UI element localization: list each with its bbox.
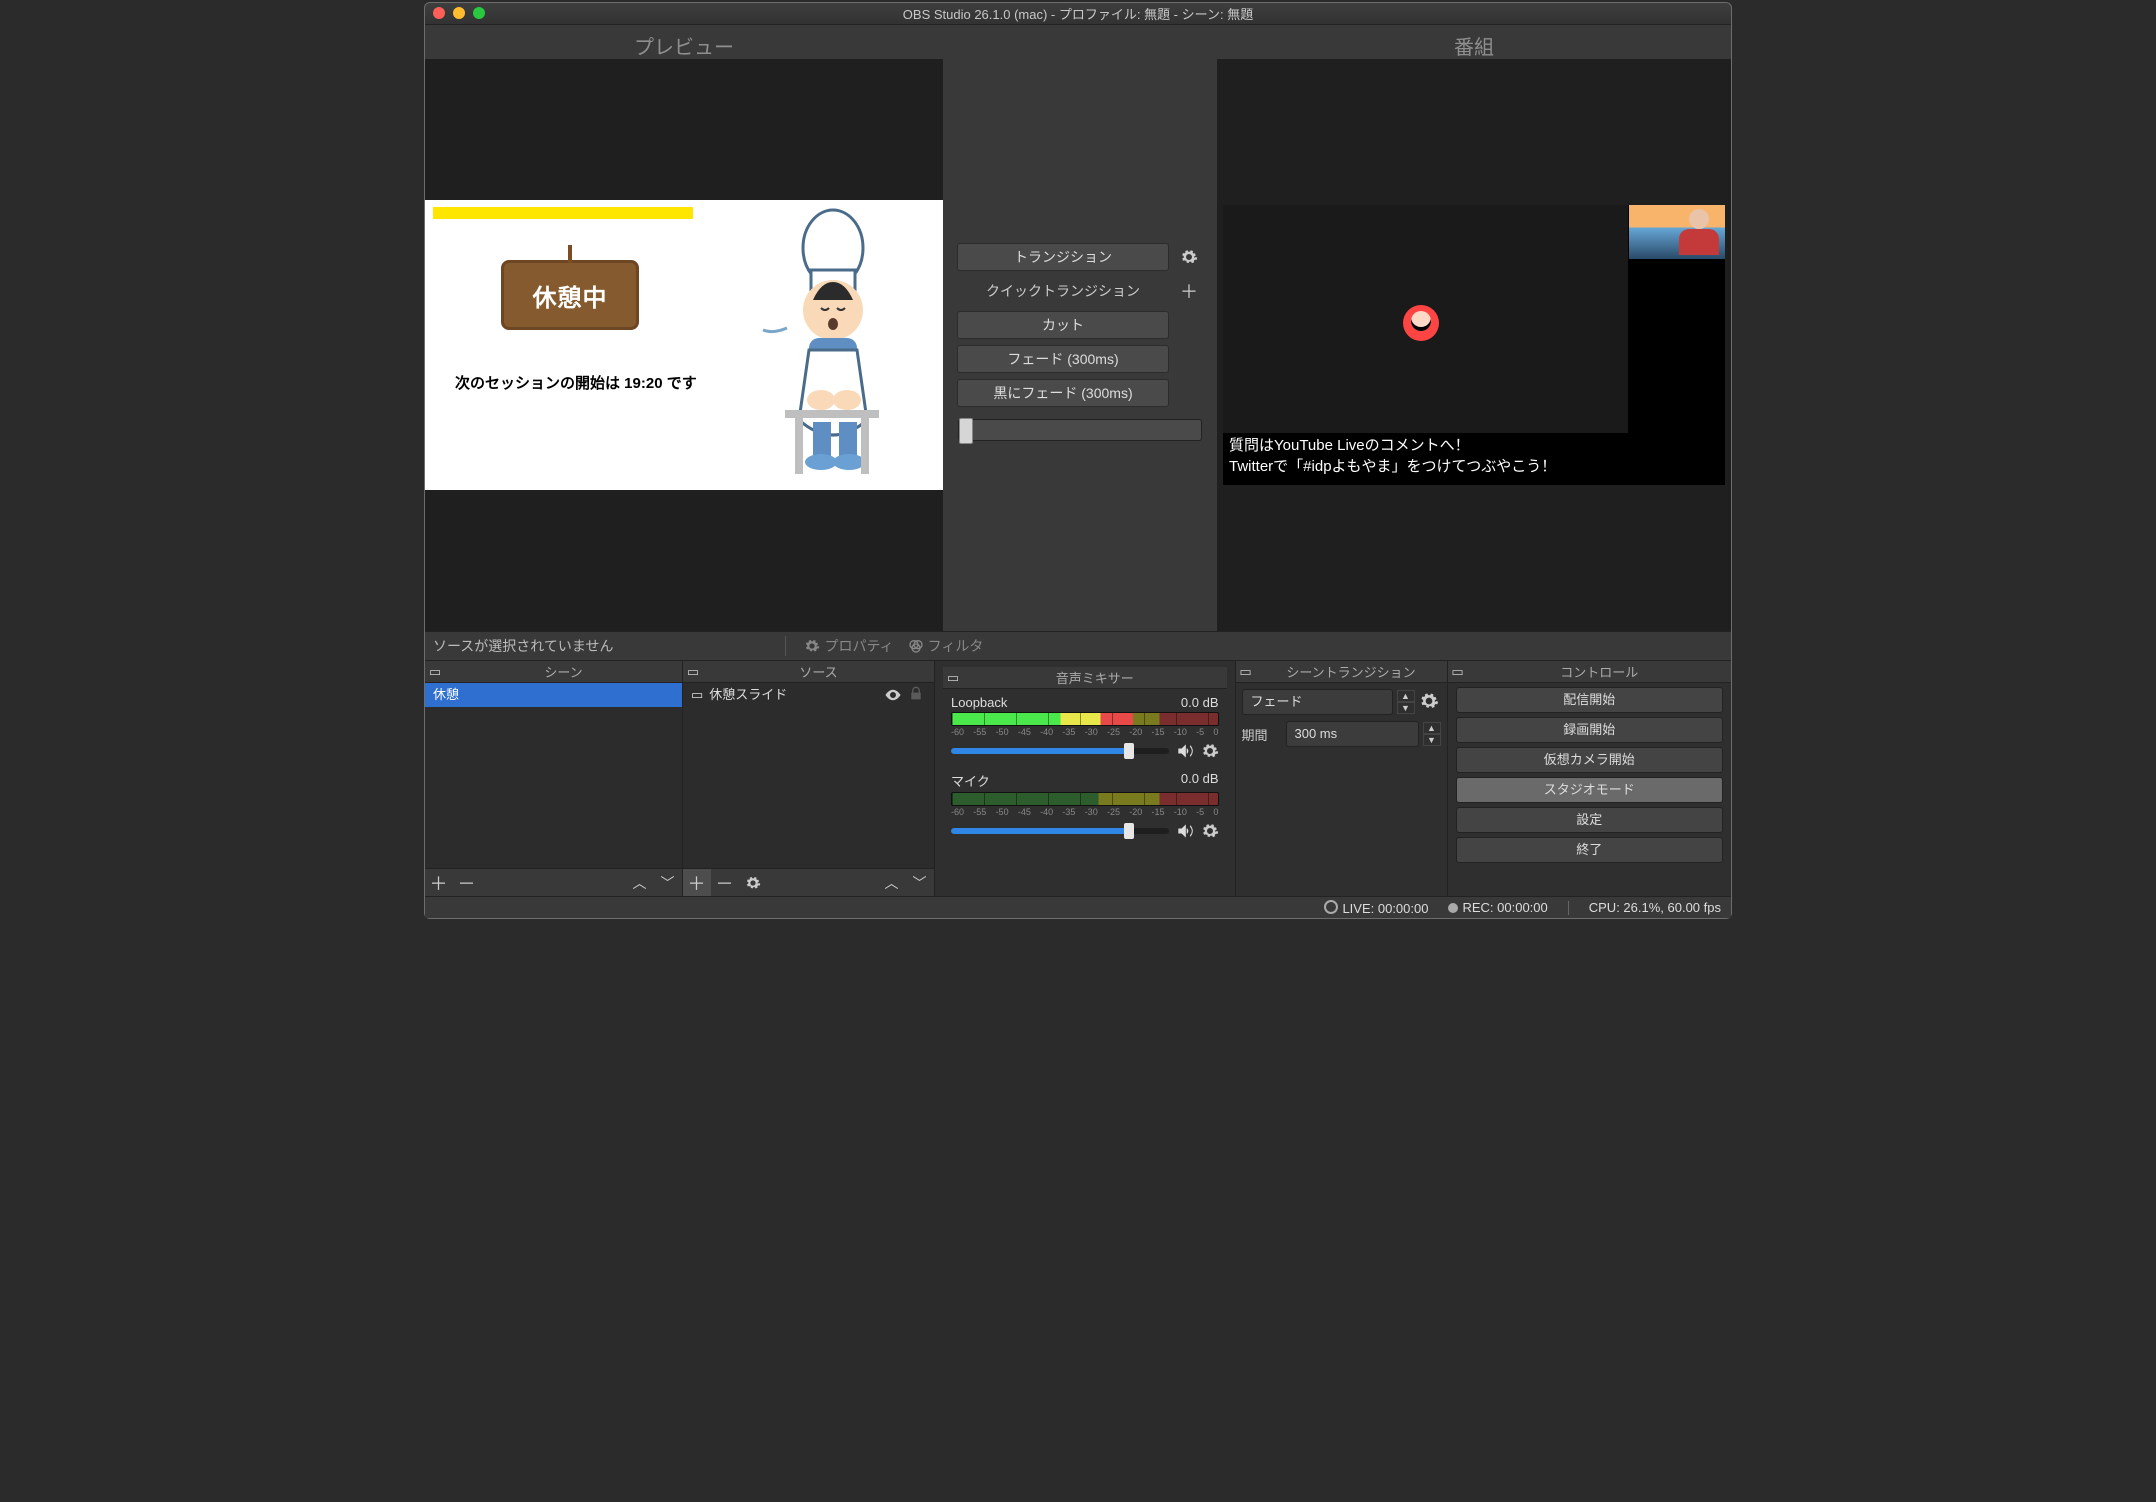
audio-meter: [951, 712, 1219, 726]
gear-icon[interactable]: [1175, 243, 1203, 271]
duration-spin[interactable]: ▲▼: [1423, 722, 1441, 746]
no-source-selected: ソースが選択されていません: [433, 636, 613, 656]
scene-source-icon: ▭: [691, 683, 703, 707]
remove-scene-button[interactable]: －: [453, 869, 481, 897]
preview-title: プレビュー: [425, 25, 943, 59]
channel-db: 0.0 dB: [1181, 771, 1219, 790]
duration-input[interactable]: 300 ms: [1286, 721, 1419, 747]
live-status: LIVE: 00:00:00: [1324, 900, 1428, 916]
scene-item[interactable]: 休憩: [425, 683, 682, 707]
cook-illustration: [713, 200, 923, 490]
speaker-icon[interactable]: [1175, 821, 1195, 841]
control-button[interactable]: 仮想カメラ開始: [1456, 747, 1724, 773]
popout-icon[interactable]: ▭: [1448, 664, 1468, 680]
sources-list[interactable]: ▭ 休憩スライド: [683, 683, 934, 868]
popout-icon[interactable]: ▭: [1236, 664, 1256, 680]
program-caption: 質問はYouTube Liveのコメントへ！ Twitterで「#idpよもやま…: [1229, 435, 1556, 477]
properties-button[interactable]: プロパティ: [804, 636, 893, 656]
filters-button[interactable]: フィルタ: [908, 636, 984, 656]
eye-icon[interactable]: [884, 686, 902, 704]
control-button[interactable]: 終了: [1456, 837, 1724, 863]
mixer-channel: Loopback0.0 dB -60-55-50-45-40-35-30-25-…: [951, 695, 1219, 761]
channel-name: マイク: [951, 771, 990, 790]
add-icon[interactable]: ＋: [1175, 277, 1203, 305]
transition-panel: トランジション クイックトランジション ＋ カット フェード (300ms) 黒…: [943, 25, 1217, 631]
channel-name: Loopback: [951, 695, 1007, 710]
program-title: 番組: [1217, 25, 1731, 59]
popout-icon[interactable]: ▭: [943, 670, 963, 686]
sources-dock: ▭ソース ▭ 休憩スライド ＋ － ︿ ﹀: [683, 661, 935, 896]
source-up-button[interactable]: ︿: [878, 869, 906, 897]
scene-down-button[interactable]: ﹀: [654, 869, 682, 897]
scenes-dock: ▭シーン 休憩 ＋ － ︿ ﹀: [425, 661, 683, 896]
gear-icon[interactable]: [1419, 691, 1441, 713]
add-scene-button[interactable]: ＋: [425, 869, 453, 897]
control-button[interactable]: 録画開始: [1456, 717, 1724, 743]
audio-meter: [951, 792, 1219, 806]
program-viewer[interactable]: 質問はYouTube Liveのコメントへ！ Twitterで「#idpよもやま…: [1217, 59, 1731, 631]
quick-transition-cut[interactable]: カット: [957, 311, 1169, 339]
control-button[interactable]: スタジオモード: [1456, 777, 1724, 803]
camera-overlay: [1629, 205, 1725, 259]
speaker-icon[interactable]: [1175, 741, 1195, 761]
source-item[interactable]: ▭ 休憩スライド: [683, 683, 934, 707]
control-button[interactable]: 設定: [1456, 807, 1724, 833]
quick-transition-fade-black[interactable]: 黒にフェード (300ms): [957, 379, 1169, 407]
quick-transition-label: クイックトランジション: [957, 277, 1169, 305]
remove-source-button[interactable]: －: [711, 869, 739, 897]
rec-status: REC: 00:00:00: [1448, 900, 1547, 915]
transition-select[interactable]: フェード: [1242, 689, 1393, 715]
close-icon[interactable]: [433, 7, 445, 19]
minimize-icon[interactable]: [453, 7, 465, 19]
avatar-icon: [1403, 305, 1439, 341]
titlebar: OBS Studio 26.1.0 (mac) - プロファイル: 無題 - シ…: [425, 3, 1731, 25]
add-source-button[interactable]: ＋: [683, 869, 711, 897]
program-canvas: 質問はYouTube Liveのコメントへ！ Twitterで「#idpよもやま…: [1223, 205, 1725, 485]
controls-dock: ▭コントロール 配信開始録画開始仮想カメラ開始スタジオモード設定終了: [1448, 661, 1732, 896]
status-bar: LIVE: 00:00:00 REC: 00:00:00 CPU: 26.1%,…: [425, 896, 1731, 918]
source-down-button[interactable]: ﹀: [906, 869, 934, 897]
mixer-dock: ▭音声ミキサー Loopback0.0 dB -60-55-50-45-40-3…: [935, 661, 1236, 896]
source-toolbar: ソースが選択されていません プロパティ フィルタ: [425, 631, 1731, 661]
duration-label: 期間: [1242, 725, 1282, 744]
channel-db: 0.0 dB: [1181, 695, 1219, 710]
cpu-status: CPU: 26.1%, 60.00 fps: [1589, 900, 1721, 915]
transition-spin[interactable]: ▲▼: [1397, 690, 1415, 714]
gear-icon[interactable]: [1201, 742, 1219, 760]
scene-up-button[interactable]: ︿: [626, 869, 654, 897]
window-title: OBS Studio 26.1.0 (mac) - プロファイル: 無題 - シ…: [425, 4, 1731, 23]
lock-icon[interactable]: [908, 686, 926, 704]
transition-button[interactable]: トランジション: [957, 243, 1169, 271]
scenes-list[interactable]: 休憩: [425, 683, 682, 868]
mixer-channel: マイク0.0 dB -60-55-50-45-40-35-30-25-20-15…: [951, 771, 1219, 841]
volume-slider[interactable]: [951, 828, 1169, 834]
zoom-icon[interactable]: [473, 7, 485, 19]
preview-viewer[interactable]: 休憩中 次のセッションの開始は 19:20 です: [425, 59, 943, 631]
quick-transition-fade[interactable]: フェード (300ms): [957, 345, 1169, 373]
t-bar[interactable]: [958, 419, 1202, 441]
gear-icon[interactable]: [1201, 822, 1219, 840]
volume-slider[interactable]: [951, 748, 1169, 754]
break-sign: 休憩中: [501, 260, 639, 330]
scene-transition-dock: ▭シーントランジション フェード ▲▼ 期間 300 ms ▲▼: [1236, 661, 1448, 896]
source-settings-button[interactable]: [739, 869, 767, 897]
obs-window: OBS Studio 26.1.0 (mac) - プロファイル: 無題 - シ…: [424, 2, 1732, 919]
popout-icon[interactable]: ▭: [425, 664, 445, 680]
next-session-text: 次のセッションの開始は 19:20 です: [455, 372, 697, 393]
preview-canvas: 休憩中 次のセッションの開始は 19:20 です: [425, 200, 943, 490]
popout-icon[interactable]: ▭: [683, 664, 703, 680]
control-button[interactable]: 配信開始: [1456, 687, 1724, 713]
